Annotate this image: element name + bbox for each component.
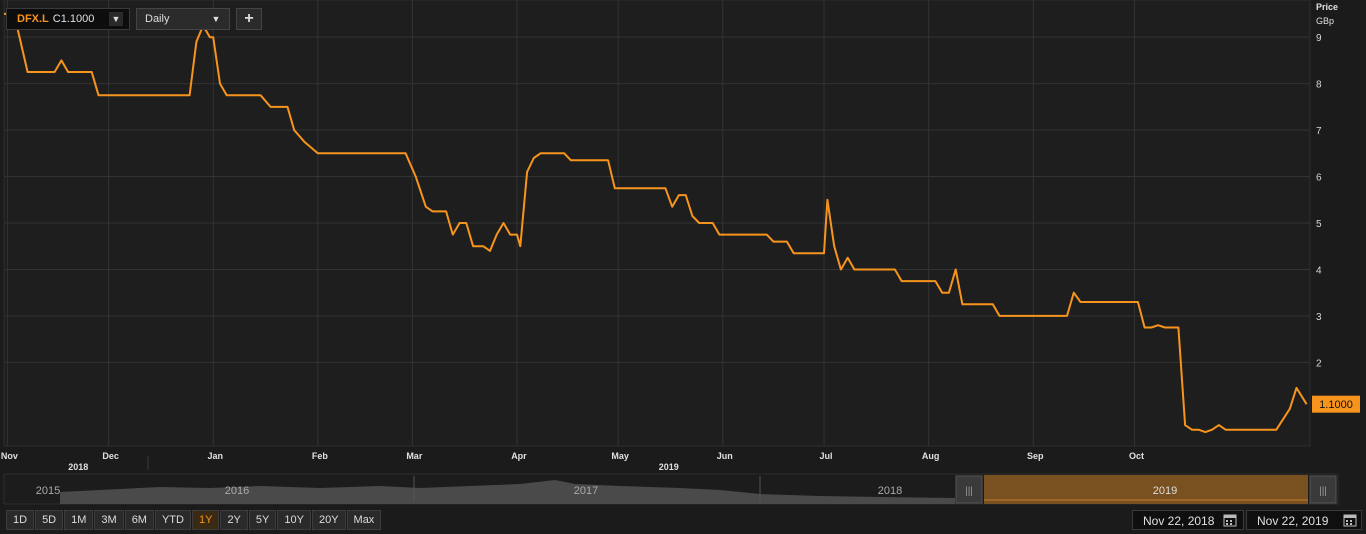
y-tick-label-5: 5	[1316, 219, 1322, 230]
range-button-1d[interactable]: 1D	[6, 510, 35, 530]
chevron-down-icon[interactable]: ▼	[109, 12, 123, 26]
date-from-field[interactable]: Nov 22, 2018	[1132, 510, 1244, 530]
svg-text:1.1000: 1.1000	[1319, 399, 1353, 411]
calendar-icon[interactable]	[1343, 513, 1357, 527]
range-button-5d[interactable]: 5D	[35, 510, 64, 530]
calendar-icon[interactable]	[1223, 513, 1237, 527]
range-button-ytd[interactable]: YTD	[154, 510, 191, 530]
y-tick-label-9: 9	[1316, 33, 1322, 44]
x-tick-label-jul: Jul	[820, 451, 833, 461]
range-button-5y[interactable]: 5Y	[248, 510, 277, 530]
svg-text:|||: |||	[1319, 486, 1327, 497]
close-label: C	[52, 13, 61, 25]
x-tick-label-jun: Jun	[717, 451, 733, 461]
x-tick-label-aug: Aug	[922, 451, 940, 461]
navigator-year-2017: 2017	[574, 485, 598, 497]
x-year-label-2019: 2019	[659, 462, 679, 472]
svg-text:|||: |||	[965, 486, 973, 497]
date-to-value: Nov 22, 2019	[1257, 514, 1329, 528]
x-tick-label-nov: Nov	[1, 451, 18, 461]
x-year-label-2018: 2018	[68, 462, 88, 472]
y-axis-unit-price: Price	[1316, 2, 1338, 12]
x-tick-label-may: May	[611, 451, 629, 461]
y-tick-label-8: 8	[1316, 80, 1322, 91]
navigator-year-2018: 2018	[878, 485, 902, 497]
x-tick-label-oct: Oct	[1129, 451, 1144, 461]
y-tick-label-7: 7	[1316, 126, 1322, 137]
symbol-selector[interactable]: DFX.L C 1.1000 ▼	[6, 8, 130, 30]
chevron-down-icon[interactable]: ▼	[209, 12, 223, 26]
close-value: 1.1000	[60, 13, 95, 25]
chart-toolbar: DFX.L C 1.1000 ▼ Daily ▼ +	[6, 8, 262, 32]
y-tick-label-4: 4	[1316, 265, 1322, 276]
y-axis-unit-currency: GBp	[1316, 16, 1334, 26]
symbol-label: DFX.L	[17, 13, 49, 25]
range-button-1y[interactable]: 1Y	[191, 510, 220, 530]
date-from-value: Nov 22, 2018	[1143, 514, 1215, 528]
x-tick-label-jan: Jan	[207, 451, 223, 461]
navigator-year-2016: 2016	[225, 485, 249, 497]
range-button-10y[interactable]: 10Y	[277, 510, 311, 530]
price-chart[interactable]: 2 3 4 5 6 7 8 9 Nov Dec Jan Feb Mar Apr May Jun Jul Aug S…	[0, 0, 1366, 534]
y-tick-label-6: 6	[1316, 173, 1322, 184]
range-button-2y[interactable]: 2Y	[220, 510, 248, 530]
interval-selector[interactable]: Daily ▼	[136, 8, 230, 30]
y-tick-label-2: 2	[1316, 358, 1322, 369]
range-button-20y[interactable]: 20Y	[311, 510, 346, 530]
x-tick-label-mar: Mar	[406, 451, 423, 461]
last-price-tag: 1.1000	[1312, 395, 1360, 413]
range-button-1m[interactable]: 1M	[64, 510, 94, 530]
date-to-field[interactable]: Nov 22, 2019	[1246, 510, 1362, 530]
y-tick-label-3: 3	[1316, 312, 1322, 323]
x-tick-label-apr: Apr	[511, 451, 527, 461]
range-button-max[interactable]: Max	[346, 510, 382, 530]
navigator-year-2019: 2019	[1153, 485, 1177, 497]
x-tick-label-dec: Dec	[102, 451, 119, 461]
navigator-year-2015: 2015	[36, 485, 60, 497]
add-series-button[interactable]: +	[236, 8, 262, 30]
range-selector: 1D 5D 1M 3M 6M YTD 1Y 2Y 5Y 10Y 20Y Max	[6, 510, 382, 530]
range-button-3m[interactable]: 3M	[94, 510, 124, 530]
range-button-6m[interactable]: 6M	[124, 510, 154, 530]
x-tick-label-feb: Feb	[312, 451, 329, 461]
interval-label: Daily	[145, 13, 170, 25]
x-tick-label-sep: Sep	[1027, 451, 1044, 461]
